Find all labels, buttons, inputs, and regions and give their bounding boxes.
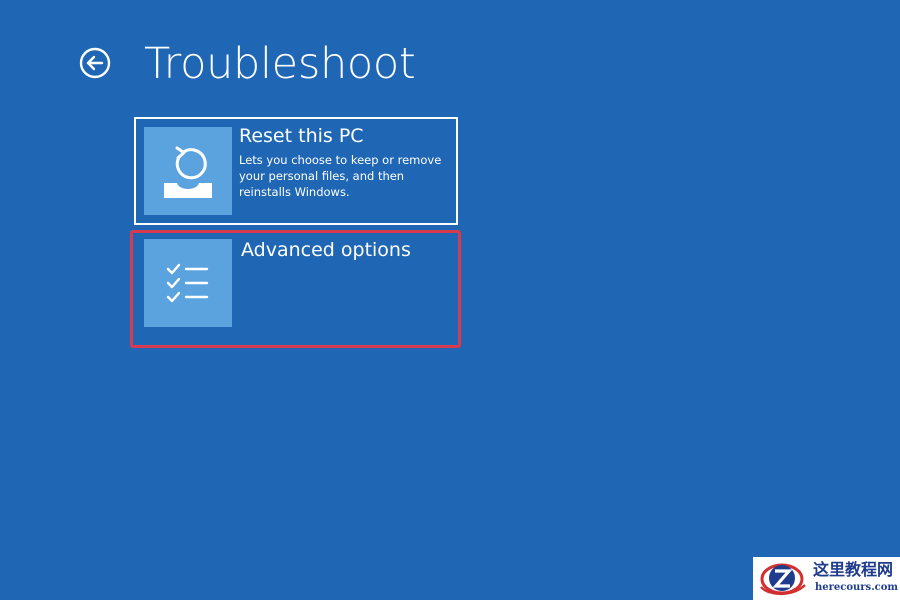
- reset-this-pc-option[interactable]: Reset this PC Lets you choose to keep or…: [134, 117, 458, 225]
- option-description: Lets you choose to keep or remove your p…: [239, 153, 442, 199]
- option-title: Advanced options: [241, 239, 411, 261]
- watermark: 这里教程网 herecours.com: [753, 557, 900, 600]
- advanced-options-option[interactable]: Advanced options: [130, 230, 461, 348]
- back-arrow-circle-icon: [79, 47, 111, 79]
- reset-pc-icon: [164, 146, 212, 198]
- watermark-url: herecours.com: [815, 582, 899, 593]
- back-button[interactable]: [79, 47, 111, 79]
- checklist-icon: [166, 263, 209, 303]
- z-logo-icon: [760, 563, 806, 596]
- reset-pc-icon-tile: [144, 127, 232, 215]
- checklist-icon-tile: [144, 239, 232, 327]
- watermark-title: 这里教程网: [813, 560, 894, 579]
- option-title: Reset this PC: [239, 125, 364, 147]
- page-title: Troubleshoot: [144, 39, 416, 89]
